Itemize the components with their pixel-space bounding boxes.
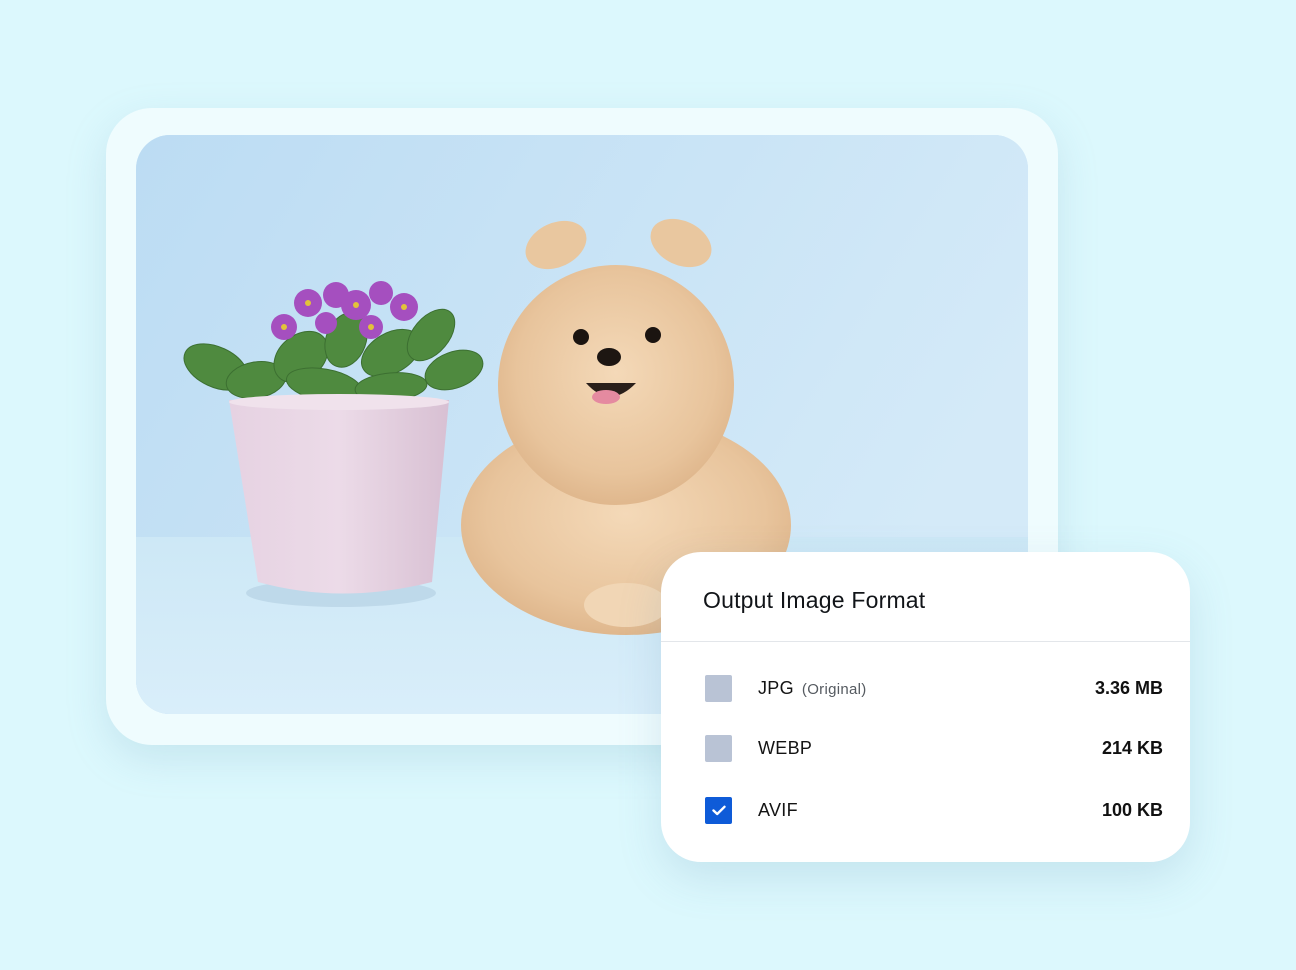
format-size: 214 KB [1101,737,1163,758]
format-name: WEBP [758,737,813,758]
panel-title: Output Image Format [703,587,926,613]
format-row-avif[interactable]: AVIF 100 KB [661,790,1190,830]
format-row-webp[interactable]: WEBP 214 KB [661,728,1190,768]
format-name: AVIF [758,799,798,820]
webp-checkbox[interactable] [705,734,732,762]
format-size: 3.36 MB [1094,677,1163,698]
format-name: JPG (Original) [758,677,867,698]
jpg-checkbox[interactable] [705,674,732,702]
panel-header: Output Image Format [661,552,1190,642]
format-row-jpg[interactable]: JPG (Original) 3.36 MB [661,668,1190,708]
format-size: 100 KB [1101,799,1163,820]
avif-checkbox[interactable] [705,796,732,824]
output-format-panel: Output Image Format JPG (Original) 3.36 M… [661,552,1190,862]
check-icon [711,805,726,815]
format-note: (Original) [801,680,867,698]
